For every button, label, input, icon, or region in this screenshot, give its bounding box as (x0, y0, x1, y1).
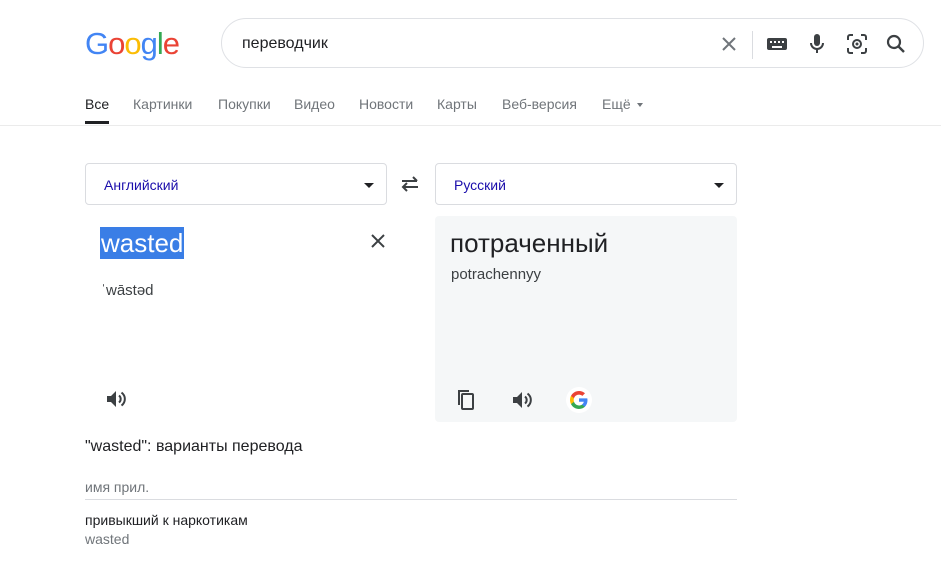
keyboard-icon[interactable] (764, 31, 790, 57)
source-text-input[interactable]: wasted (100, 227, 185, 259)
source-language-label: Английский (104, 177, 179, 193)
logo-letter: o (108, 26, 125, 61)
part-of-speech: имя прил. (85, 479, 150, 495)
tabs-divider (0, 125, 941, 126)
logo-letter: e (162, 26, 180, 61)
target-language-select[interactable]: Русский (435, 163, 737, 205)
search-box[interactable]: переводчик (221, 18, 924, 68)
tab-videos[interactable]: Видео (294, 96, 335, 112)
logo-letter: G (85, 26, 109, 61)
google-g-icon[interactable] (566, 387, 592, 413)
tab-more[interactable]: Ещё (602, 96, 643, 112)
source-phonetic: ˈwāstəd (101, 282, 154, 299)
clear-icon[interactable] (716, 31, 742, 57)
chevron-down-icon (714, 183, 724, 188)
logo-letter: o (124, 26, 141, 61)
source-language-select[interactable]: Английский (85, 163, 387, 205)
active-tab-indicator (85, 121, 109, 124)
variant-translation: привыкший к наркотикам (85, 512, 248, 528)
search-divider (752, 31, 753, 59)
google-logo[interactable]: Google (85, 26, 180, 61)
tab-shopping[interactable]: Покупки (218, 96, 271, 112)
tab-images[interactable]: Картинки (133, 96, 192, 112)
target-language-label: Русский (454, 177, 506, 193)
lens-icon[interactable] (844, 31, 870, 57)
source-panel: wasted ˈwāstəd (85, 216, 387, 422)
logo-letter: g (140, 26, 158, 61)
chevron-down-icon (364, 183, 374, 188)
tab-more-label: Ещё (602, 96, 631, 112)
search-icon[interactable] (883, 31, 909, 57)
tab-all[interactable]: Все (85, 96, 109, 112)
search-input[interactable]: переводчик (242, 35, 328, 53)
mic-icon[interactable] (804, 31, 830, 57)
variant-back-translation: wasted (85, 531, 130, 547)
swap-icon[interactable] (398, 172, 422, 196)
tab-web[interactable]: Веб-версия (502, 96, 577, 112)
target-transliteration: potrachennyy (451, 266, 542, 283)
chevron-down-icon (636, 103, 643, 108)
tab-news[interactable]: Новости (359, 96, 413, 112)
speaker-icon[interactable] (509, 387, 535, 413)
target-text: потраченный (450, 228, 609, 258)
target-panel: потраченный potrachennyy (435, 216, 737, 422)
variants-title: "wasted": варианты перевода (85, 438, 303, 455)
close-icon[interactable] (367, 230, 389, 252)
speaker-icon[interactable] (104, 387, 128, 411)
tab-maps[interactable]: Карты (437, 96, 477, 112)
copy-icon[interactable] (453, 387, 479, 413)
variants-divider (85, 499, 737, 500)
